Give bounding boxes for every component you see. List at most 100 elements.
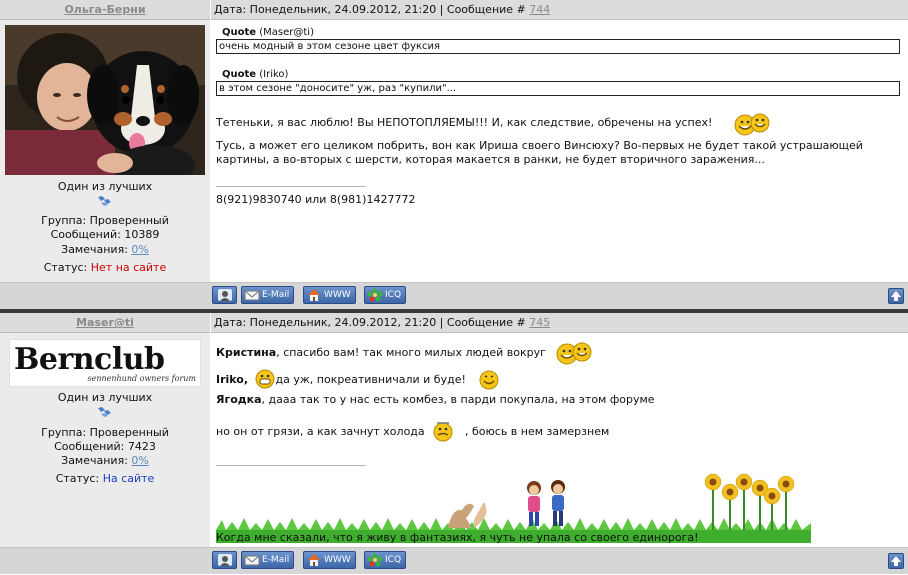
forum-post: Ольга-Берни Дата: Понедельник, 24.09.201…	[0, 0, 908, 309]
envelope-icon	[244, 290, 260, 301]
post-footer: E-Mail WWW ICQ	[0, 282, 908, 309]
message-body: Кристина, спасибо вам! так много милых л…	[211, 333, 908, 547]
cold-smiley-icon	[433, 422, 453, 442]
user-status: Статус: Нет на сайте	[0, 261, 210, 275]
rank-stars-icon	[98, 196, 111, 206]
post-author-header: Ольга-Берни	[0, 0, 210, 20]
house-icon	[308, 554, 320, 566]
author-name-link[interactable]: Ольга-Берни	[64, 3, 145, 16]
post-date-text: Дата: Понедельник, 24.09.2012, 21:20 | С…	[214, 3, 530, 16]
message-line: , боюсь в нем замерзнем	[465, 425, 610, 438]
quote-text: очень модный в этом сезоне цвет фуксия	[216, 39, 900, 54]
icq-flower-icon	[367, 553, 383, 567]
user-message-count: Сообщений: 7423	[54, 440, 156, 453]
message-body: Quote (Maser@ti) очень модный в этом сез…	[211, 20, 908, 282]
icq-button-label: ICQ	[385, 290, 402, 300]
quote-block: Quote (Maser@ti) очень модный в этом сез…	[216, 27, 900, 54]
house-icon	[308, 289, 320, 301]
post-date-header: Дата: Понедельник, 24.09.2012, 21:20 | С…	[211, 0, 908, 20]
scroll-top-button[interactable]	[888, 553, 904, 569]
status-badge: На сайте	[102, 472, 155, 485]
email-button-label: E-Mail	[262, 290, 290, 300]
quote-block: Quote (Iriko) в этом сезоне "доносите" у…	[216, 69, 900, 96]
signature: 8(921)9830740 или 8(981)1427772	[216, 193, 416, 206]
laughing-smiley-icon	[734, 113, 770, 136]
user-warnings: Замечания: 0%	[0, 454, 210, 468]
user-message-count: Сообщений: 10389	[50, 228, 160, 241]
warnings-label: Замечания:	[61, 454, 132, 467]
mention-name: Ягодка	[216, 393, 262, 406]
quote-text: в этом сезоне "доносите" уж, раз "купили…	[216, 81, 900, 96]
email-button[interactable]: E-Mail	[241, 286, 295, 304]
profile-icon	[218, 554, 232, 566]
quote-label: Quote	[222, 69, 257, 80]
icq-button[interactable]: ICQ	[364, 551, 407, 569]
forum-post: Maser@ti Дата: Понедельник, 24.09.2012, …	[0, 313, 908, 575]
icq-flower-icon	[367, 288, 383, 302]
user-status: Статус: На сайте	[0, 472, 210, 486]
post-number-link[interactable]: 744	[529, 3, 550, 16]
message-line: Тетеньки, я вас люблю! Вы НЕПОТОПЛЯЕМЫ!!…	[216, 116, 713, 129]
message-line: Кристина, спасибо вам! так много милых л…	[216, 346, 546, 360]
message-line: Тусь, а может его целиком побрить, вон к…	[216, 139, 863, 152]
status-badge: Нет на сайте	[90, 261, 167, 274]
mention-name: Iriko,	[216, 373, 249, 386]
signature: Когда мне сказали, что я живу в фантазия…	[216, 531, 699, 544]
quote-author: (Iriko)	[259, 69, 289, 80]
warnings-link[interactable]: 0%	[131, 454, 148, 467]
arrow-up-icon	[891, 556, 901, 566]
user-info-panel: Один из лучших Группа: Проверенный Сообщ…	[0, 20, 210, 282]
avatar: Bernclub sennenhund owners forum	[9, 339, 201, 387]
post-date-header: Дата: Понедельник, 24.09.2012, 21:20 | С…	[211, 313, 908, 333]
signature-divider	[216, 465, 366, 466]
user-rank: Один из лучших	[57, 391, 153, 404]
logo-title: Bernclub	[14, 342, 165, 377]
user-group: Группа: Проверенный	[41, 426, 169, 439]
user-rank: Один из лучших	[57, 180, 153, 193]
warnings-link[interactable]: 0%	[131, 243, 148, 256]
profile-icon	[218, 289, 232, 301]
rank-stars-icon	[98, 407, 111, 417]
quote-header: Quote (Maser@ti)	[216, 27, 900, 39]
www-button[interactable]: WWW	[303, 551, 356, 569]
post-date-text: Дата: Понедельник, 24.09.2012, 21:20 | С…	[214, 316, 530, 329]
envelope-icon	[244, 555, 260, 566]
user-warnings: Замечания: 0%	[0, 243, 210, 257]
grinning-smiley-icon	[255, 369, 275, 389]
email-button-label: E-Mail	[262, 555, 290, 565]
message-line: но он от грязи, а как зачнут холода	[216, 425, 425, 438]
message-line: картины, а во-вторых с шерсти, которая м…	[216, 153, 765, 166]
message-text: да уж, покреативничали и буде!	[272, 373, 466, 386]
signature-divider	[216, 186, 366, 187]
www-button[interactable]: WWW	[303, 286, 356, 304]
quote-author: (Maser@ti)	[259, 27, 314, 38]
status-label: Статус:	[55, 472, 103, 485]
quote-header: Quote (Iriko)	[216, 69, 900, 81]
post-author-header: Maser@ti	[0, 313, 210, 333]
profile-button[interactable]	[212, 286, 237, 304]
avatar	[5, 25, 205, 175]
cheerful-smiley-icon	[479, 370, 499, 390]
mention-name: Кристина	[216, 346, 277, 359]
warnings-label: Замечания:	[61, 243, 132, 256]
message-text: , дааа так то у нас есть комбез, в парди…	[261, 393, 655, 406]
logo-subtitle: sennenhund owners forum	[87, 374, 196, 383]
message-line: Ягодка, дааа так то у нас есть комбез, в…	[216, 393, 655, 407]
www-button-label: WWW	[324, 290, 351, 300]
message-line: Iriko, да уж, покреативничали и буде!	[216, 373, 466, 387]
author-name-link[interactable]: Maser@ti	[76, 316, 134, 329]
email-button[interactable]: E-Mail	[241, 551, 295, 569]
user-info-panel: Bernclub sennenhund owners forum Один из…	[0, 333, 210, 547]
message-text: , спасибо вам! так много милых людей вок…	[276, 346, 546, 359]
icq-button[interactable]: ICQ	[364, 286, 407, 304]
icq-button-label: ICQ	[385, 555, 402, 565]
profile-button[interactable]	[212, 551, 237, 569]
scroll-top-button[interactable]	[888, 288, 904, 304]
post-number-link[interactable]: 745	[529, 316, 550, 329]
www-button-label: WWW	[324, 555, 351, 565]
status-label: Статус:	[43, 261, 91, 274]
arrow-up-icon	[891, 291, 901, 301]
laughing-smiley-icon	[556, 342, 592, 365]
user-group: Группа: Проверенный	[41, 214, 169, 227]
post-footer: E-Mail WWW ICQ	[0, 547, 908, 574]
